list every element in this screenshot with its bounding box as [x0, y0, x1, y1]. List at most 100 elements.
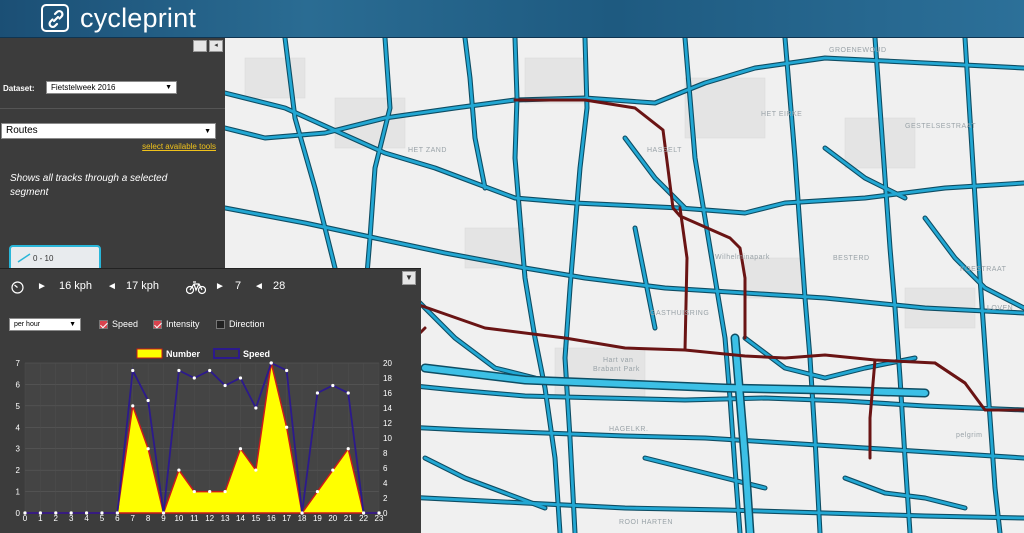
chevron-down-icon: ▼ — [165, 84, 172, 91]
x-tick-label: 23 — [375, 514, 384, 523]
map-label-besterd: BESTERD — [833, 255, 870, 262]
map-label-gasthuisring: GASTHUISRING — [650, 310, 710, 317]
dataset-label: Dataset: — [3, 84, 35, 93]
brand-name[interactable]: cycleprint — [80, 3, 196, 34]
collapse-panel-button[interactable]: ▼ — [402, 271, 416, 285]
x-tick-label: 15 — [251, 514, 260, 523]
y-right-tick-label: 20 — [383, 359, 392, 368]
speed-point — [84, 511, 89, 515]
speed-point — [238, 376, 243, 380]
tool-select[interactable]: Routes ▼ — [1, 123, 216, 139]
speed-point — [146, 398, 150, 403]
y-right-tick-label: 14 — [383, 404, 392, 413]
map-label-koestraat: KOESTRAAT — [960, 266, 1007, 273]
map-label-het-eirke: HET EIRKE — [761, 111, 803, 118]
map-label-groenewoud: GROENEWOUD — [829, 47, 887, 54]
period-value: per hour — [14, 321, 41, 328]
hourly-chart: 0 1 2 3 4 5 6 7 0 2 4 6 8 10 12 14 16 18 20 0 1 2 3 4 5 6 7 8 9 10 11 1… — [9, 343, 411, 529]
map-label-wilhelminapark: Wilhelminapark — [715, 254, 770, 261]
legend-speed-label: Speed — [243, 349, 270, 359]
header-bar: cycleprint — [0, 0, 1024, 38]
chain-link-icon[interactable] — [41, 4, 69, 32]
map-label-het-zand: HET ZAND — [408, 147, 447, 154]
app-window: cycleprint GROENEWOUD HET EIRKE HET ZAND… — [0, 0, 1024, 533]
x-tick-label: 8 — [146, 514, 151, 523]
number-point — [146, 447, 150, 451]
x-tick-label: 6 — [115, 514, 120, 523]
y-right-tick-label: 0 — [383, 509, 388, 518]
speed-point — [285, 368, 289, 373]
y-right-tick-label: 8 — [383, 449, 388, 458]
y-right-tick-label: 2 — [383, 494, 388, 503]
dataset-select[interactable]: Fietstelweek 2016 ▼ — [46, 81, 177, 94]
collapse-left-icon[interactable]: ◂ — [209, 40, 223, 52]
map-label-gestelsestraat: GESTELSESTRAAT — [905, 123, 977, 130]
legend-number-label: Number — [166, 349, 201, 359]
map-label-rooi-harten: ROOI HARTEN — [619, 519, 673, 526]
arrow-left-icon: ◄ — [107, 281, 117, 292]
y-left-tick-label: 1 — [16, 488, 21, 497]
count-min-value: 7 — [235, 280, 242, 292]
legend-line-icon — [17, 253, 31, 263]
number-point — [254, 468, 258, 472]
x-tick-label: 4 — [84, 514, 89, 523]
x-tick-label: 5 — [100, 514, 105, 523]
speed-point — [254, 406, 258, 410]
chevron-down-icon: ▼ — [204, 128, 211, 135]
y-left-tick-label: 6 — [16, 380, 21, 389]
intensity-checkbox-label: Intensity — [166, 319, 200, 329]
x-tick-label: 22 — [359, 514, 368, 523]
speed-point — [23, 511, 27, 515]
speed-point — [223, 383, 227, 388]
direction-checkbox[interactable] — [216, 320, 225, 329]
chevron-down-icon: ▼ — [69, 321, 76, 328]
x-tick-label: 3 — [69, 514, 74, 523]
number-point — [331, 468, 335, 472]
y-right-tick-label: 18 — [383, 374, 392, 383]
number-point — [192, 489, 196, 494]
speedometer-icon — [11, 281, 24, 294]
legend-number-swatch — [136, 348, 163, 359]
y-right-tick-label: 6 — [383, 464, 388, 473]
number-point — [223, 489, 227, 494]
hourly-chart-svg: 01234567024681012141618200 1 2 3 4 5 6 7 8 9 10 11 1… — [16, 348, 392, 523]
y-left-tick-label: 0 — [16, 509, 21, 518]
number-point — [208, 489, 212, 494]
speed-checkbox[interactable] — [99, 320, 108, 329]
y-right-tick-label: 4 — [383, 479, 388, 488]
x-tick-label: 21 — [344, 514, 353, 523]
arrow-right-icon: ► — [215, 281, 225, 292]
arrow-right-icon: ► — [37, 281, 47, 292]
map-label-hart-van: Hart van — [603, 357, 634, 364]
y-right-tick-label: 10 — [383, 434, 392, 443]
map-label-hasselt: HASSELT — [647, 147, 682, 154]
x-tick-label: 20 — [328, 514, 337, 523]
select-available-tools-link[interactable]: select available tools — [142, 142, 216, 151]
map-label-brabant-park: Brabant Park — [593, 366, 640, 373]
count-max-value: 28 — [273, 280, 286, 292]
x-tick-label: 0 — [23, 514, 28, 523]
y-left-tick-label: 4 — [16, 423, 21, 432]
x-tick-label: 13 — [221, 514, 230, 523]
speed-point — [177, 368, 181, 373]
map-label-pelgrimsplein: pelgrim — [956, 432, 983, 439]
x-tick-label: 1 — [38, 514, 43, 523]
speed-checkbox-label: Speed — [112, 319, 139, 329]
speed-point — [69, 511, 73, 515]
intensity-checkbox[interactable] — [153, 320, 162, 329]
speed-point — [362, 511, 366, 515]
map-label-loven: LOVEN — [987, 305, 1014, 312]
panel-toggle-button[interactable] — [193, 40, 207, 52]
x-tick-label: 14 — [236, 514, 245, 523]
period-select[interactable]: per hour ▼ — [9, 318, 81, 331]
y-right-tick-label: 12 — [383, 419, 392, 428]
x-tick-label: 16 — [267, 514, 276, 523]
number-point — [285, 425, 289, 429]
speed-point — [38, 511, 42, 515]
arrow-left-icon: ◄ — [254, 281, 264, 292]
speed-point — [208, 368, 212, 373]
y-left-tick-label: 3 — [16, 445, 21, 454]
speed-point — [346, 391, 350, 395]
direction-checkbox-label: Direction — [229, 319, 265, 329]
speed-point — [377, 511, 381, 515]
